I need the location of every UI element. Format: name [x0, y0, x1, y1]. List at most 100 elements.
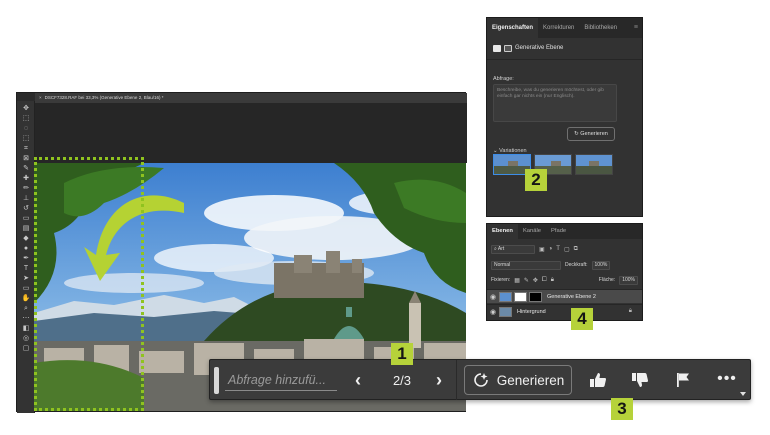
callout-4: 4 [571, 308, 593, 330]
lock-label: Fixieren: [491, 277, 511, 283]
filter-smart-object-icon[interactable]: ⧉ [574, 246, 578, 253]
layers-tabs: Ebenen Kanäle Pfade [487, 224, 642, 239]
hand-tool-icon[interactable]: ✋ [21, 295, 31, 303]
tab-eigenschaften[interactable]: Eigenschaften [487, 18, 539, 38]
visibility-eye-icon[interactable]: ◉ [487, 293, 499, 301]
zoom-tool-icon[interactable]: ⌕ [21, 305, 31, 313]
lock-all-icon[interactable]: 🔒︎ [551, 277, 554, 284]
layer-mask-thumbnail [529, 291, 542, 302]
object-select-icon[interactable]: ⬚ [21, 135, 31, 143]
divider [456, 360, 457, 400]
generate-sparkle-icon [473, 373, 488, 387]
dodge-tool-icon[interactable]: ● [21, 245, 31, 253]
opacity-value[interactable]: 100% [591, 260, 611, 270]
canvas-background [35, 103, 467, 163]
generate-button[interactable]: Generieren [464, 365, 572, 395]
screen-mode-icon[interactable]: ▢ [21, 345, 31, 353]
healing-brush-icon[interactable]: ✚ [21, 175, 31, 183]
lock-position-icon[interactable]: ✥ [533, 277, 538, 284]
filter-pixel-icon[interactable]: ▣ [539, 246, 545, 253]
crop-tool-icon[interactable]: ⌗ [21, 145, 31, 153]
tab-kanaele[interactable]: Kanäle [518, 224, 546, 239]
history-brush-icon[interactable]: ↺ [21, 205, 31, 213]
lock-icon: 🔒︎ [628, 308, 632, 314]
contextual-task-bar: Abfrage hinzufü... ‹ 2/3 › Generieren ••… [209, 359, 751, 400]
layer-name: Generative Ebene 2 [547, 293, 596, 300]
filter-adjustment-icon[interactable]: ◑ [549, 246, 553, 252]
lock-pixels-icon[interactable]: ▦ [514, 277, 520, 284]
drag-handle[interactable] [214, 367, 219, 394]
clone-stamp-icon[interactable]: ⊥ [21, 195, 31, 203]
variation-thumbnails [493, 154, 613, 175]
quick-mask-icon[interactable]: ◎ [21, 335, 31, 343]
properties-panel: Eigenschaften Korrekturen Bibliotheken ≡… [486, 17, 643, 217]
thumbs-up-icon[interactable] [587, 369, 609, 391]
rectangle-tool-icon[interactable]: ▭ [21, 285, 31, 293]
brush-tool-icon[interactable]: ✏ [21, 185, 31, 193]
layer-type-label: Generative Ebene [515, 45, 564, 51]
generative-layer-icon [493, 44, 501, 52]
blend-mode-select[interactable]: Normal [491, 260, 561, 270]
bar-menu-triangle-icon[interactable] [740, 392, 746, 396]
opacity-label: Deckkraft: [565, 262, 588, 268]
selection-marquee [34, 157, 144, 411]
lock-artboard-icon[interactable]: ⧠ [542, 277, 547, 284]
blur-tool-icon[interactable]: ◆ [21, 235, 31, 243]
layer-name: Hintergrund [517, 308, 546, 315]
eyedropper-icon[interactable]: ✎ [21, 165, 31, 173]
marquee-tool-icon[interactable]: ⬚ [21, 115, 31, 123]
path-select-icon[interactable]: ➤ [21, 275, 31, 283]
next-variation-button[interactable]: › [429, 368, 449, 392]
divider [487, 59, 642, 60]
eraser-icon[interactable]: ▭ [21, 215, 31, 223]
close-tab-icon[interactable]: × [39, 95, 42, 100]
lasso-tool-icon[interactable]: ◌ [21, 125, 31, 133]
filter-kind-select[interactable]: ⌕ Art [491, 244, 535, 254]
tab-korrekturen[interactable]: Korrekturen [538, 18, 579, 38]
gradient-tool-icon[interactable]: ▤ [21, 225, 31, 233]
color-swatches-icon[interactable]: ◧ [21, 325, 31, 333]
pen-tool-icon[interactable]: ✒ [21, 255, 31, 263]
more-tools-icon[interactable]: ⋯ [21, 315, 31, 323]
tab-pfade[interactable]: Pfade [546, 224, 571, 239]
visibility-eye-icon[interactable]: ◉ [487, 308, 499, 316]
tools-toolbar: ✥ ⬚ ◌ ⬚ ⌗ ⊠ ✎ ✚ ✏ ⊥ ↺ ▭ ▤ ◆ ● ✒ T ➤ ▭ ✋ ⌕ ⋯ ◧ ◎ ▢ [17, 101, 35, 413]
frame-tool-icon[interactable]: ⊠ [21, 155, 31, 163]
filter-kind-value: Art [497, 245, 505, 252]
prompt-textarea[interactable]: Beschreibe, was du generieren möchtest, … [493, 84, 617, 122]
fill-label: Fläche: [598, 277, 616, 283]
layer-filter-row: ⌕ Art ▣ ◑ T ▢ ⧉ [491, 244, 638, 254]
lock-row: Fixieren: ▦ ✎ ✥ ⧠ 🔒︎ Fläche: 100% [491, 275, 638, 285]
generate-button-label: Generieren [580, 131, 608, 137]
variation-counter: 2/3 [392, 373, 412, 388]
layer-content-thumbnail [514, 291, 527, 302]
tab-ebenen[interactable]: Ebenen [487, 224, 518, 239]
screenshot-collage: × DSCF7328.RAF bei 33,3% (Generative Eben… [0, 0, 770, 435]
more-options-icon[interactable]: ••• [716, 368, 738, 390]
prompt-input[interactable]: Abfrage hinzufü... [225, 369, 337, 391]
generate-button-label: Generieren [496, 372, 565, 388]
filter-shape-icon[interactable]: ▢ [564, 246, 570, 253]
blend-row: Normal Deckkraft: 100% [491, 260, 638, 270]
prompt-label: Abfrage: [493, 76, 514, 82]
previous-variation-button[interactable]: ‹ [348, 368, 368, 392]
layer-thumbnail [499, 291, 512, 302]
callout-2: 2 [525, 169, 547, 191]
variation-thumbnail-3[interactable] [575, 154, 613, 175]
generate-button-panel[interactable]: ↻ Generieren [567, 127, 615, 141]
layer-type-row: Generative Ebene [493, 42, 563, 54]
variation-3-image [576, 155, 612, 174]
type-tool-icon[interactable]: T [21, 265, 31, 273]
filter-type-icon[interactable]: T [556, 246, 560, 252]
panel-menu-icon[interactable]: ≡ [634, 18, 642, 38]
flag-icon[interactable] [672, 369, 694, 391]
layer-row-background[interactable]: ◉ Hintergrund 🔒︎ [487, 304, 642, 318]
lock-image-icon[interactable]: ✎ [524, 277, 529, 284]
fill-value[interactable]: 100% [619, 275, 638, 285]
callout-3: 3 [611, 398, 633, 420]
move-tool-icon[interactable]: ✥ [21, 105, 31, 113]
layer-row-generative[interactable]: ◉ Generative Ebene 2 [487, 289, 642, 303]
thumbs-down-icon[interactable] [629, 369, 651, 391]
tab-bibliotheken[interactable]: Bibliotheken [579, 18, 622, 38]
document-tab[interactable]: × DSCF7328.RAF bei 33,3% (Generative Eben… [35, 93, 467, 103]
